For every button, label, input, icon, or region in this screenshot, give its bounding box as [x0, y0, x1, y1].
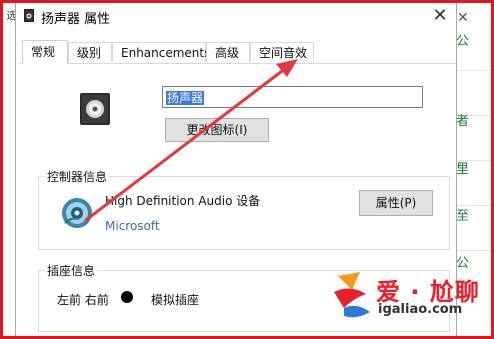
tab-enhancements[interactable]: Enhancements	[112, 42, 210, 62]
background-right-item: 至	[456, 209, 470, 224]
jack-color-dot	[121, 291, 133, 303]
controller-info-label: 控制器信息	[45, 168, 110, 185]
controller-info-group: 控制器信息 High Definition Audio 设备 Microsoft…	[38, 168, 450, 250]
controller-vendor: Microsoft	[105, 219, 160, 233]
jack-position: 左前 右前	[57, 293, 109, 307]
background-right-item: 公	[456, 34, 470, 49]
jack-info-label: 插座信息	[45, 262, 98, 279]
tab-bar: 常规 级别 Enhancements 高级 空间音效	[20, 40, 456, 64]
background-right-item: 者	[456, 114, 470, 129]
background-right-item: 里	[456, 162, 470, 177]
jack-type: 模拟插座	[151, 293, 200, 307]
change-icon-button[interactable]: 更改图标(I)	[165, 118, 269, 142]
controller-device-name: High Definition Audio 设备	[105, 194, 261, 208]
watermark: 爱 · 尬聊 igaliao.com	[330, 268, 480, 328]
background-close-icon: ✕	[457, 10, 469, 26]
tab-levels[interactable]: 级别	[68, 42, 112, 62]
tab-spatial-sound[interactable]: 空间音效	[250, 42, 314, 62]
watermark-logo-icon	[334, 272, 370, 318]
audio-device-icon	[62, 198, 92, 228]
close-button[interactable]: ✕	[428, 5, 452, 27]
properties-button[interactable]: 属性(P)	[359, 190, 433, 216]
background-left-window: 选	[0, 0, 16, 339]
speaker-device-icon	[80, 93, 110, 125]
tab-advanced[interactable]: 高级	[206, 42, 250, 62]
device-name-field[interactable]: 扬声器	[162, 86, 423, 108]
window-title: 扬声器 属性	[41, 12, 111, 27]
watermark-url: igaliao.com	[378, 302, 463, 317]
background-left-text: 选	[4, 10, 15, 20]
tab-general[interactable]: 常规	[22, 40, 68, 64]
speaker-icon	[24, 9, 34, 22]
device-name-value: 扬声器	[166, 91, 205, 105]
title-bar[interactable]: 扬声器 属性 ✕	[16, 0, 456, 32]
